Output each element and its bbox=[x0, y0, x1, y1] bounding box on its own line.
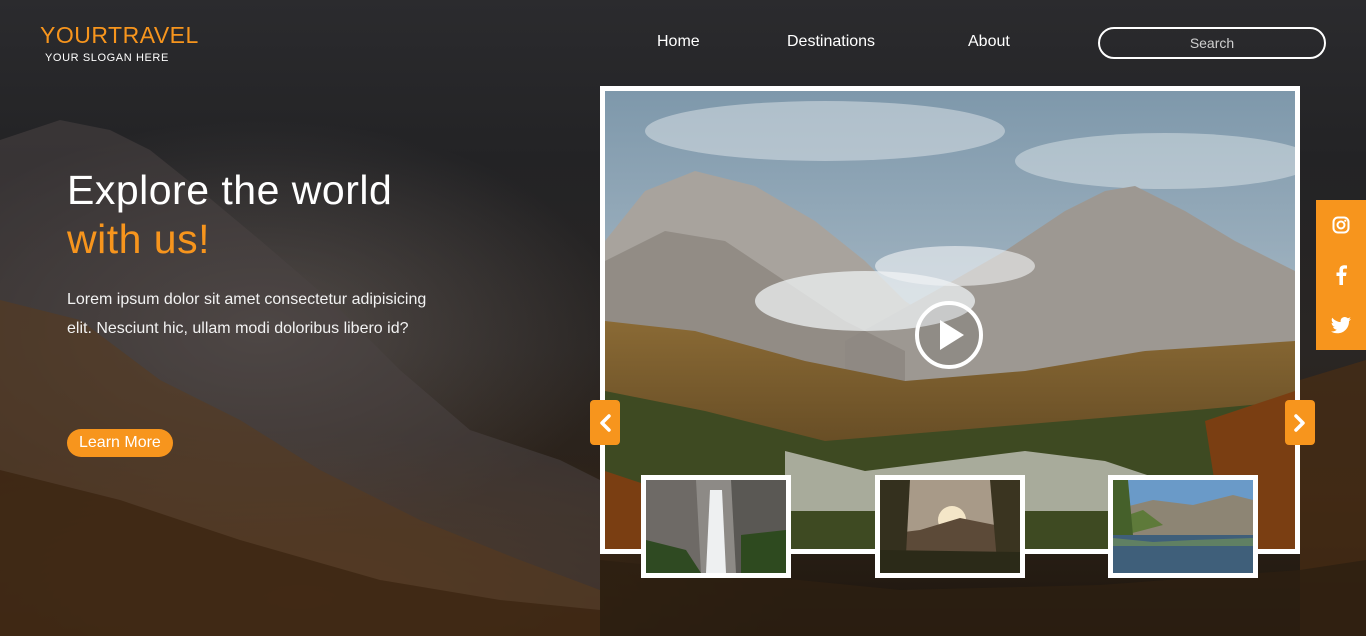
thumbnail-waterfall[interactable] bbox=[641, 475, 791, 578]
play-button[interactable] bbox=[915, 301, 983, 369]
nav-destinations[interactable]: Destinations bbox=[787, 33, 968, 51]
learn-more-button[interactable]: Learn More bbox=[67, 429, 173, 457]
twitter-link[interactable] bbox=[1316, 300, 1366, 350]
search-input[interactable] bbox=[1098, 27, 1326, 59]
thumbnail-lake-reflection[interactable] bbox=[1108, 475, 1258, 578]
next-slide-button[interactable] bbox=[1285, 400, 1315, 445]
thumbnail-forest-sunset[interactable] bbox=[875, 475, 1025, 578]
nav-home[interactable]: Home bbox=[657, 33, 787, 51]
facebook-link[interactable] bbox=[1316, 250, 1366, 300]
logo[interactable]: YOURTRAVEL YOUR SLOGAN HERE bbox=[40, 22, 199, 64]
logo-title: YOURTRAVEL bbox=[40, 22, 199, 48]
hero-description: Lorem ipsum dolor sit amet consectetur a… bbox=[67, 291, 427, 337]
social-sidebar bbox=[1316, 200, 1366, 350]
prev-slide-button[interactable] bbox=[590, 400, 620, 445]
hero-title-line1: Explore the world bbox=[67, 167, 393, 213]
twitter-icon bbox=[1331, 316, 1351, 333]
logo-slogan: YOUR SLOGAN HERE bbox=[45, 52, 169, 64]
hero-title-line2: with us! bbox=[67, 216, 210, 262]
instagram-link[interactable] bbox=[1316, 200, 1366, 250]
instagram-icon bbox=[1332, 216, 1350, 234]
play-icon bbox=[940, 320, 964, 350]
chevron-left-icon bbox=[600, 414, 611, 432]
facebook-icon bbox=[1336, 265, 1347, 285]
main-nav: Home Destinations About bbox=[657, 33, 1010, 51]
nav-about[interactable]: About bbox=[968, 33, 1010, 51]
chevron-right-icon bbox=[1294, 414, 1305, 432]
hero-title: Explore the world with us! bbox=[67, 166, 392, 264]
